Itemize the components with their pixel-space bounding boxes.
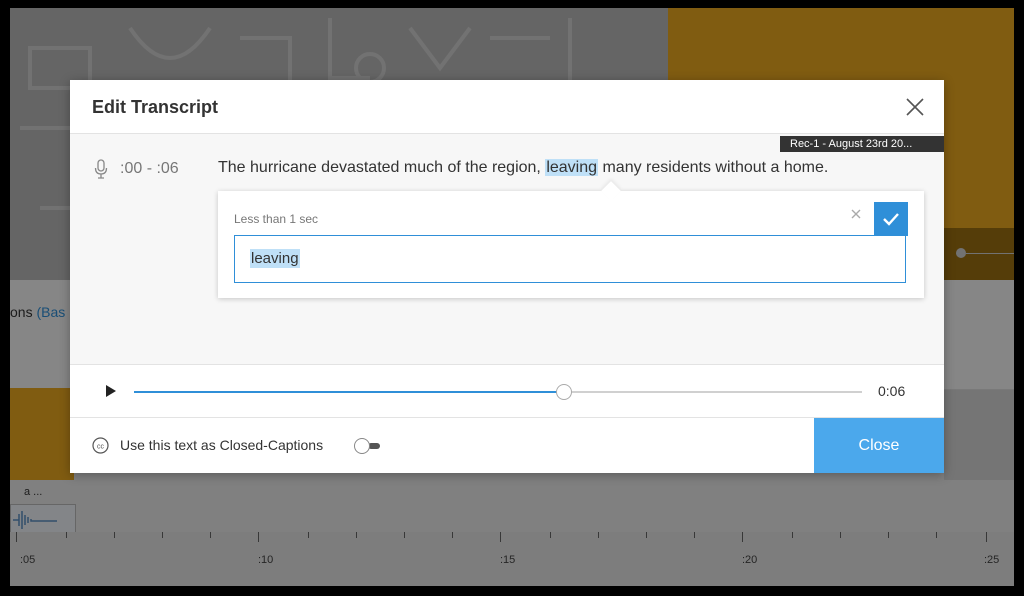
dialog-footer: cc Use this text as Closed-Captions Clos… <box>70 418 944 473</box>
closed-captions-icon: cc <box>92 437 109 454</box>
sentence-text-after: many residents without a home. <box>598 159 829 176</box>
transcript-segment: :00 - :06 The hurricane devastated much … <box>70 156 944 186</box>
recording-tab: Rec-1 - August 23rd 20... <box>780 136 944 152</box>
closed-captions-toggle[interactable] <box>354 438 384 454</box>
segment-time-range: :00 - :06 <box>120 160 179 177</box>
edit-transcript-dialog: Edit Transcript Rec-1 - August 23rd 20..… <box>70 80 944 473</box>
word-edit-input-value: leaving <box>250 249 300 268</box>
highlighted-word[interactable]: leaving <box>545 159 599 176</box>
microphone-icon <box>94 159 108 179</box>
audio-progress-track[interactable] <box>134 384 862 400</box>
word-duration-label: Less than 1 sec <box>234 212 319 226</box>
dialog-header: Edit Transcript <box>70 80 944 134</box>
confirm-button[interactable] <box>874 202 908 236</box>
closed-captions-label: Use this text as Closed-Captions <box>120 437 324 453</box>
audio-progress-fill <box>134 391 564 393</box>
word-edit-input[interactable] <box>234 235 906 283</box>
audio-player: 0:06 <box>70 364 944 418</box>
sentence-text-before: The hurricane devastated much of the reg… <box>218 159 546 176</box>
close-button[interactable]: Close <box>814 418 944 473</box>
checkmark-icon <box>883 213 899 226</box>
word-edit-popover: Less than 1 sec leaving <box>218 181 924 298</box>
transcript-sentence: The hurricane devastated much of the reg… <box>218 159 828 177</box>
close-icon[interactable] <box>902 94 928 120</box>
audio-duration: 0:06 <box>878 383 906 399</box>
audio-progress-thumb[interactable] <box>555 384 572 400</box>
svg-text:cc: cc <box>97 443 105 450</box>
dialog-title: Edit Transcript <box>92 97 219 117</box>
cancel-icon[interactable] <box>848 206 864 222</box>
play-icon[interactable] <box>104 384 118 398</box>
toggle-knob <box>354 438 370 454</box>
